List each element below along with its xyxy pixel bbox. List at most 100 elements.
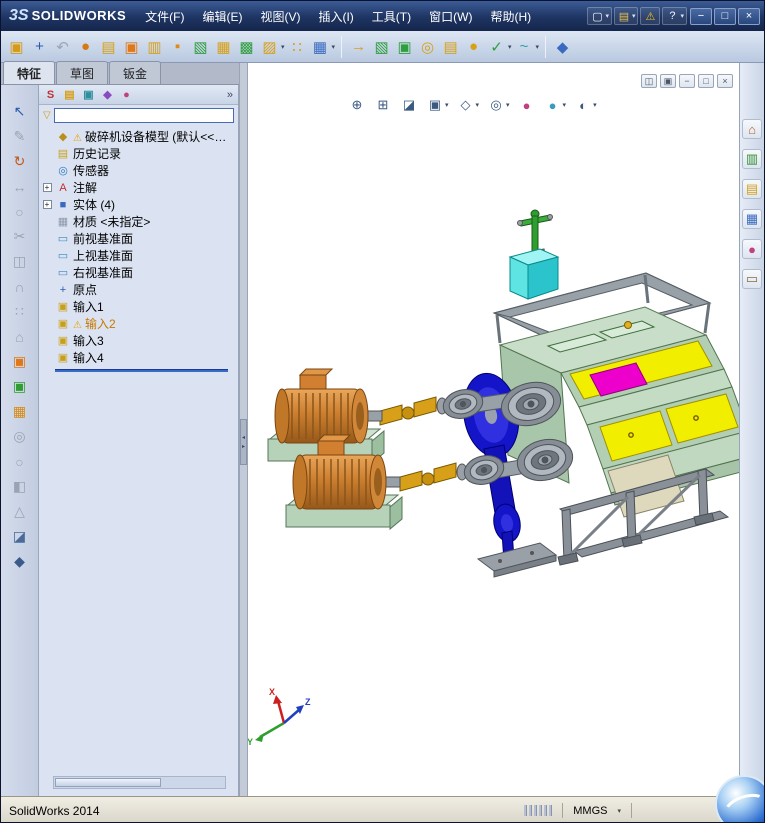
toolbar-icon[interactable]: ▣ ▾ <box>121 36 142 57</box>
toolbar-icon[interactable]: ▧ ▾ <box>371 36 392 57</box>
expand-plus-icon[interactable]: + <box>42 200 52 209</box>
tree-item[interactable]: ▤ 历史记录 <box>41 145 238 162</box>
expand-plus-icon[interactable]: + <box>42 183 52 192</box>
hud-tool[interactable]: ● ▾ <box>544 96 566 114</box>
toolbar-icon[interactable]: ▩ ▾ <box>236 36 257 57</box>
tree-item-label[interactable]: 历史记录 <box>73 145 121 162</box>
toolbar-icon-glyph[interactable]: ▦ <box>310 36 331 57</box>
toolbar-icon[interactable]: ✓ ▾ <box>486 36 511 57</box>
menu-item[interactable]: 窗口(W) <box>420 4 481 29</box>
chevron-down-icon[interactable]: ▾ <box>536 43 540 51</box>
menu-item[interactable]: 文件(F) <box>136 4 193 29</box>
chevron-down-icon[interactable]: ▾ <box>593 101 597 109</box>
left-toolbar-icon[interactable]: ○ <box>8 451 32 472</box>
toolbar-icon[interactable]: ● ▾ <box>463 36 484 57</box>
chevron-down-icon[interactable]: ▾ <box>617 807 621 815</box>
toolbar-icon-glyph[interactable]: ▩ <box>236 36 257 57</box>
hud-tool-icon[interactable]: ◇ <box>457 96 475 114</box>
tree-item[interactable]: ▣ 输入2 <box>41 315 238 332</box>
left-toolbar-icon[interactable]: ↻ <box>8 151 32 172</box>
tree-item-label[interactable]: 输入1 <box>73 298 104 315</box>
hud-tool[interactable]: ▣ ▾ <box>426 96 449 114</box>
tree-item-label[interactable]: 输入4 <box>73 349 104 366</box>
hud-tool[interactable]: ◎ ▾ <box>487 96 509 114</box>
tree-item-label[interactable]: 前视基准面 <box>73 230 133 247</box>
hud-tool-icon[interactable]: ▣ <box>426 96 444 114</box>
tree-item-label[interactable]: 材质 <未指定> <box>73 213 150 230</box>
toolbar-icon-glyph[interactable]: ▤ <box>98 36 119 57</box>
toolbar-icon[interactable]: ▾ <box>541 35 550 58</box>
hud-tool-icon[interactable]: ◪ <box>400 96 418 114</box>
tree-item-label[interactable]: 输入3 <box>73 332 104 349</box>
toolbar-icon-glyph[interactable]: ▨ <box>259 36 280 57</box>
titlebar-tool-button[interactable]: ▢ ▾ <box>587 7 612 25</box>
units-selector[interactable]: MMGS <box>573 805 607 817</box>
menu-item[interactable]: 工具(T) <box>363 4 420 29</box>
scrollbar-thumb[interactable] <box>55 778 162 787</box>
tree-item[interactable]: ▦ 材质 <未指定> <box>41 213 238 230</box>
tree-item[interactable]: + ■ 实体 (4) <box>41 196 238 213</box>
left-toolbar-icon[interactable]: △ <box>8 501 32 522</box>
menu-item[interactable]: 视图(V) <box>251 4 309 29</box>
toolbar-icon[interactable]: ◆ ▾ <box>552 36 573 57</box>
toolbar-icon[interactable]: ▤ ▾ <box>440 36 461 57</box>
toolbar-icon-glyph[interactable]: ▧ <box>371 36 392 57</box>
toolbar-icon[interactable]: ▣ ▾ <box>6 36 27 57</box>
document-window-button[interactable]: − <box>679 74 695 88</box>
window-control-button[interactable]: × <box>738 7 760 25</box>
document-window-button[interactable]: ◫ <box>641 74 657 88</box>
chevron-down-icon[interactable]: ▾ <box>445 101 449 109</box>
left-toolbar-icon[interactable]: ↖ <box>8 101 32 122</box>
tree-filter-input[interactable] <box>53 108 234 123</box>
panel-manager-tab-icon[interactable]: S <box>42 87 59 103</box>
left-toolbar-icon[interactable]: ◫ <box>8 251 32 272</box>
titlebar-tool-button[interactable]: ▤ ▾ <box>613 7 639 25</box>
tree-item[interactable]: + A 注解 <box>41 179 238 196</box>
task-pane-icon[interactable]: ▤ <box>742 179 762 199</box>
hud-tool-icon[interactable]: ⊕ <box>348 96 366 114</box>
tree-item-label[interactable]: 传感器 <box>73 162 109 179</box>
left-toolbar-icon[interactable]: ▦ <box>8 401 32 422</box>
document-window-button[interactable]: □ <box>698 74 714 88</box>
toolbar-icon-glyph[interactable]: + <box>29 36 50 57</box>
tree-item-label[interactable]: 右视基准面 <box>73 264 133 281</box>
tree-item-label[interactable]: 实体 (4) <box>73 196 115 213</box>
task-pane-icon[interactable]: ▥ <box>742 149 762 169</box>
task-pane-icon[interactable]: ▭ <box>742 269 762 289</box>
chevron-down-icon[interactable]: ▾ <box>476 101 480 109</box>
toolbar-icon[interactable]: ◎ ▾ <box>417 36 438 57</box>
left-toolbar-icon[interactable]: ∩ <box>8 276 32 297</box>
toolbar-icon[interactable]: ▾ <box>337 35 346 58</box>
hud-tool-icon[interactable]: ⊞ <box>374 96 392 114</box>
toolbar-icon[interactable]: ▣ ▾ <box>394 36 415 57</box>
left-toolbar-icon[interactable]: ○ <box>8 201 32 222</box>
left-toolbar-icon[interactable]: ◆ <box>8 551 32 572</box>
hud-tool-icon[interactable]: ● <box>518 96 536 114</box>
toolbar-icon-glyph[interactable]: ▣ <box>121 36 142 57</box>
toolbar-icon-glyph[interactable]: ∷ <box>287 36 308 57</box>
toolbar-icon[interactable]: ▧ ▾ <box>190 36 211 57</box>
task-pane-icon[interactable]: ⌂ <box>742 119 762 139</box>
left-toolbar-icon[interactable]: ∷ <box>8 301 32 322</box>
toolbar-icon[interactable]: ▪ ▾ <box>167 36 188 57</box>
toolbar-icon[interactable]: ▤ ▾ <box>98 36 119 57</box>
tree-item[interactable]: ▣ 输入3 <box>41 332 238 349</box>
panel-manager-tab-icon[interactable]: ▣ <box>80 87 97 103</box>
toolbar-icon-glyph[interactable]: ▪ <box>167 36 188 57</box>
tree-item[interactable]: ▭ 前视基准面 <box>41 230 238 247</box>
document-window-button[interactable]: ▣ <box>660 74 676 88</box>
menu-item[interactable]: 插入(I) <box>309 4 362 29</box>
hud-tool[interactable]: ● ▾ <box>518 96 536 114</box>
chevron-down-icon[interactable]: ▾ <box>605 12 609 20</box>
tree-item[interactable]: + 原点 <box>41 281 238 298</box>
task-pane-icon[interactable]: ▦ <box>742 209 762 229</box>
panel-splitter[interactable]: ◂ ▸ <box>239 63 248 796</box>
hud-tool-icon[interactable]: ◎ <box>487 96 505 114</box>
tree-item[interactable]: ◆ 破碎机设备模型 (默认<<默认 <box>41 128 238 145</box>
toolbar-icon-glyph[interactable]: ● <box>75 36 96 57</box>
toolbar-icon-glyph[interactable]: ▧ <box>190 36 211 57</box>
titlebar-tool-button[interactable]: ⚠ ▾ <box>640 7 661 25</box>
panel-manager-tab-icon[interactable]: ▤ <box>61 87 78 103</box>
hud-tool[interactable]: ⊞ ▾ <box>374 96 392 114</box>
window-control-button[interactable]: □ <box>714 7 736 25</box>
